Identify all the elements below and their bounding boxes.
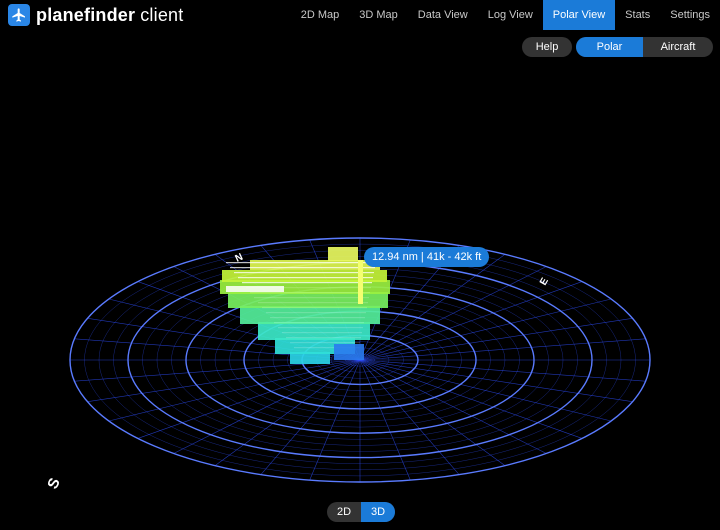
coverage-band	[228, 292, 388, 308]
coverage-stripe	[254, 297, 369, 299]
compass-east-label: E	[538, 276, 551, 288]
polar-plot[interactable]: N E S	[0, 0, 720, 530]
selected-column[interactable]	[358, 260, 363, 304]
view-2d-button[interactable]: 2D	[327, 502, 361, 522]
view-dimension-toggle: 2D 3D	[327, 502, 395, 522]
coverage-stripe	[250, 292, 370, 294]
coverage-stripe	[226, 262, 376, 264]
coverage-stripe	[266, 312, 366, 314]
coverage-stripe	[258, 302, 368, 304]
coverage-stripe	[282, 332, 362, 334]
coverage-stripe	[262, 307, 367, 309]
coverage-stripe	[234, 272, 374, 274]
view-3d-button[interactable]: 3D	[361, 502, 395, 522]
coverage-stripe	[270, 317, 365, 319]
range-tooltip: 12.94 nm | 41k - 42k ft	[364, 247, 490, 267]
coverage-stripe	[274, 322, 364, 324]
compass-south-label: S	[44, 475, 64, 491]
coverage-stripe	[242, 282, 372, 284]
coverage-peak-highlight	[226, 286, 284, 292]
coverage-band	[240, 306, 380, 324]
coverage-volume	[220, 247, 390, 364]
coverage-base	[334, 344, 364, 360]
coverage-stripe	[286, 337, 361, 339]
coverage-band	[328, 247, 358, 261]
coverage-stripe	[238, 277, 373, 279]
coverage-stripe	[278, 327, 363, 329]
coverage-stripe	[290, 342, 360, 344]
coverage-stripe	[230, 267, 375, 269]
